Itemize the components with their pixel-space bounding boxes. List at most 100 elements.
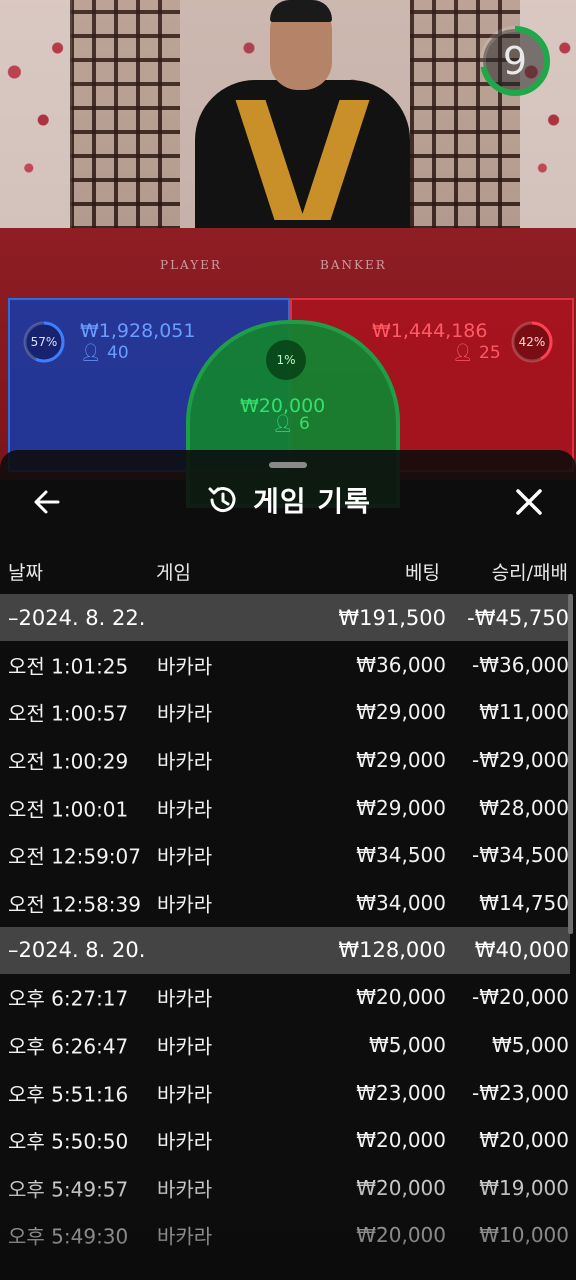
table-label-banker: BANKER — [320, 258, 387, 272]
row-time: 오후 6:26:47 — [8, 1034, 129, 1059]
dealer-hair — [270, 0, 332, 22]
history-row[interactable]: 오전 12:59:07 바카라 ₩34,500 -₩34,500 — [0, 831, 570, 879]
column-header-bet: 베팅 — [405, 562, 440, 584]
row-time: 오전 12:58:39 — [8, 892, 141, 917]
history-row[interactable]: 오후 6:27:17 바카라 ₩20,000 -₩20,000 — [0, 974, 570, 1022]
row-bet: ₩29,000 — [356, 795, 446, 820]
row-time: 오전 1:00:01 — [8, 797, 129, 822]
history-row[interactable]: 오전 1:00:01 바카라 ₩29,000 ₩28,000 — [0, 784, 570, 832]
row-game: 바카라 — [157, 1177, 213, 1202]
row-bet: ₩20,000 — [356, 1223, 446, 1248]
date-group-header[interactable]: –2024. 8. 20. ₩128,000 ₩40,000 — [0, 926, 570, 974]
row-result: ₩5,000 — [491, 1032, 569, 1057]
group-bet-total: ₩128,000 — [338, 938, 446, 963]
row-bet: ₩23,000 — [356, 1080, 446, 1105]
row-time: 오후 5:51:16 — [8, 1082, 129, 1107]
group-date: –2024. 8. 22. — [8, 605, 146, 630]
history-row[interactable]: 오전 1:00:57 바카라 ₩29,000 ₩11,000 — [0, 689, 570, 737]
group-date: –2024. 8. 20. — [8, 938, 146, 963]
close-icon — [516, 489, 542, 515]
row-result: -₩36,000 — [472, 652, 569, 677]
row-bet: ₩5,000 — [368, 1032, 446, 1057]
history-row[interactable]: 오후 5:50:50 바카라 ₩20,000 ₩20,000 — [0, 1116, 570, 1164]
group-bet-total: ₩191,500 — [338, 605, 446, 630]
row-time: 오후 6:27:17 — [8, 986, 129, 1011]
table-label-player: PLAYER — [160, 258, 222, 272]
row-bet: ₩29,000 — [356, 747, 446, 772]
row-time: 오후 5:49:30 — [8, 1224, 129, 1249]
row-result: -₩20,000 — [472, 985, 569, 1010]
row-time: 오전 1:00:29 — [8, 749, 129, 774]
history-row[interactable]: 오후 5:49:30 바카라 ₩20,000 ₩10,000 — [0, 1212, 570, 1260]
history-row[interactable]: 오전 12:58:39 바카라 ₩34,000 ₩14,750 — [0, 879, 570, 927]
row-game: 바카라 — [157, 1034, 213, 1059]
row-game: 바카라 — [157, 701, 213, 726]
group-result-total: -₩45,750 — [467, 605, 569, 630]
sheet-title: 게임 기록 — [253, 485, 371, 518]
row-time: 오후 5:49:57 — [8, 1177, 129, 1202]
dealer — [195, 80, 410, 250]
sheet-header: 게임 기록 — [0, 470, 576, 530]
row-game: 바카라 — [157, 892, 213, 917]
history-row[interactable]: 오후 5:51:16 바카라 ₩23,000 -₩23,000 — [0, 1069, 570, 1117]
row-result: ₩10,000 — [479, 1223, 569, 1248]
row-game: 바카라 — [157, 749, 213, 774]
history-row[interactable]: 오전 1:00:29 바카라 ₩29,000 -₩29,000 — [0, 736, 570, 784]
row-game: 바카라 — [157, 844, 213, 869]
row-bet: ₩20,000 — [356, 1128, 446, 1153]
column-header-date: 날짜 — [8, 562, 43, 584]
person-icon: 👤︎ — [452, 343, 474, 363]
player-bettor-count: 👤︎ 40 — [80, 343, 129, 363]
history-row[interactable]: 오전 1:01:25 바카라 ₩36,000 -₩36,000 — [0, 641, 570, 689]
row-game: 바카라 — [157, 654, 213, 679]
row-game: 바카라 — [157, 797, 213, 822]
tie-percent: 1% — [266, 340, 306, 380]
person-icon: 👤︎ — [272, 414, 294, 434]
history-clock-icon — [208, 487, 236, 513]
row-time: 오후 5:50:50 — [8, 1129, 129, 1154]
row-game: 바카라 — [157, 986, 213, 1011]
blossom-panel-left — [0, 0, 72, 240]
banker-percent: 42% — [518, 335, 546, 349]
arrow-left-icon — [34, 490, 60, 514]
row-bet: ₩34,500 — [356, 843, 446, 868]
player-percent: 57% — [30, 335, 58, 349]
row-bet: ₩20,000 — [356, 985, 446, 1010]
banker-bettor-count: 👤︎ 25 — [452, 343, 501, 363]
sheet-drag-handle[interactable] — [269, 462, 307, 468]
row-bet: ₩34,000 — [356, 890, 446, 915]
row-result: ₩19,000 — [479, 1175, 569, 1200]
history-column-headers: 날짜 게임 베팅 승리/패배 — [0, 550, 576, 590]
row-bet: ₩20,000 — [356, 1175, 446, 1200]
row-result: ₩14,750 — [479, 890, 569, 915]
row-result: -₩23,000 — [472, 1080, 569, 1105]
row-result: -₩29,000 — [472, 747, 569, 772]
row-bet: ₩29,000 — [356, 700, 446, 725]
column-header-result: 승리/패배 — [491, 562, 568, 584]
row-result: ₩20,000 — [479, 1128, 569, 1153]
row-result: -₩34,500 — [472, 843, 569, 868]
row-time: 오전 12:59:07 — [8, 844, 141, 869]
tie-bettor-count: 👤︎ 6 — [272, 414, 310, 434]
close-button[interactable] — [504, 482, 554, 522]
history-list[interactable]: –2024. 8. 22. ₩191,500 -₩45,750 오전 1:01:25 바… — [0, 594, 570, 1259]
column-header-game: 게임 — [156, 562, 191, 584]
row-time: 오전 1:01:25 — [8, 654, 129, 679]
lattice-screen-left — [70, 0, 180, 230]
round-timer-value: 9 — [502, 39, 528, 83]
row-result: ₩11,000 — [479, 700, 569, 725]
history-row[interactable]: 오후 5:49:57 바카라 ₩20,000 ₩19,000 — [0, 1164, 570, 1212]
game-history-sheet: 게임 기록 날짜 게임 베팅 승리/패배 –2024. 8. 22. ₩191,5… — [0, 450, 576, 1280]
back-button[interactable] — [22, 482, 72, 522]
person-icon: 👤︎ — [80, 343, 102, 363]
banker-bet-total: ₩1,444,186 — [372, 320, 488, 342]
row-game: 바카라 — [157, 1224, 213, 1249]
group-result-total: ₩40,000 — [474, 938, 569, 963]
history-scrollbar[interactable] — [568, 594, 573, 934]
row-game: 바카라 — [157, 1129, 213, 1154]
player-bet-total: ₩1,928,051 — [80, 320, 196, 342]
history-row[interactable]: 오후 6:26:47 바카라 ₩5,000 ₩5,000 — [0, 1021, 570, 1069]
row-time: 오전 1:00:57 — [8, 701, 129, 726]
row-game: 바카라 — [157, 1082, 213, 1107]
date-group-header[interactable]: –2024. 8. 22. ₩191,500 -₩45,750 — [0, 594, 570, 641]
